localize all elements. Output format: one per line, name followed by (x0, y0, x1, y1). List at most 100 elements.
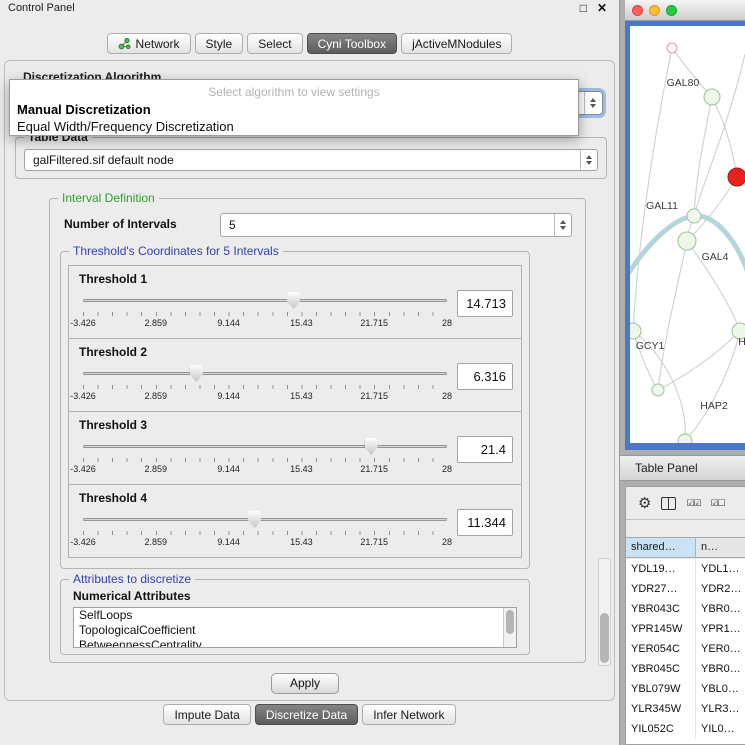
close-traffic-light-icon[interactable] (632, 5, 643, 16)
table-body: YDL19…YDL1…YDR27…YDR2…YBR043CYBR0…YPR145… (626, 559, 745, 744)
table-cell: YDL19… (626, 559, 696, 579)
network-node[interactable] (704, 89, 720, 105)
threshold-value-field[interactable]: 21.4 (457, 436, 513, 463)
network-node[interactable] (678, 232, 696, 250)
table-cell: YER054C (626, 639, 696, 659)
table-row[interactable]: YBR043CYBR0… (626, 599, 745, 619)
slider-scale-label: 28 (442, 318, 452, 328)
threshold-value-field[interactable]: 14.713 (457, 290, 513, 317)
network-edge[interactable] (694, 54, 745, 216)
tab-cyni-toolbox[interactable]: Cyni Toolbox (307, 33, 397, 54)
network-node[interactable] (728, 168, 745, 186)
tab-network[interactable]: Network (107, 33, 191, 54)
tab-discretize-data[interactable]: Discretize Data (255, 704, 358, 725)
threshold-box: Threshold 3 -3.4262.8599.14415.4321.7152… (68, 411, 522, 485)
table-cell: YLR3… (696, 699, 745, 719)
table-cell: YER0… (696, 639, 745, 659)
list-scrollbar[interactable] (503, 608, 516, 647)
table-data-select[interactable]: galFiltered.sif default node (24, 149, 598, 171)
column-header-name[interactable]: n… (696, 538, 745, 557)
settings-gear-icon[interactable]: ⚙ (638, 496, 651, 511)
number-of-intervals-select[interactable]: 5 (220, 213, 572, 237)
threshold-value-field[interactable]: 6.316 (457, 363, 513, 390)
network-edge[interactable] (633, 48, 672, 331)
scrollbar-thumb[interactable] (506, 610, 514, 634)
select-columns-icon[interactable]: ☑☐ (711, 499, 725, 508)
network-node[interactable] (678, 434, 692, 443)
threshold-slider[interactable]: -3.4262.8599.14415.4321.71528 (83, 436, 447, 482)
tab-jactivemnodules[interactable]: jActiveMNodules (401, 33, 512, 54)
columns-icon[interactable] (661, 497, 676, 510)
network-edge[interactable] (672, 48, 712, 97)
minimize-traffic-light-icon[interactable] (649, 5, 660, 16)
table-row[interactable]: YLR345WYLR3… (626, 699, 745, 719)
slider-track[interactable] (83, 518, 447, 521)
attribute-item[interactable]: TopologicalCoefficient (74, 623, 516, 638)
slider-scale-label: 28 (442, 464, 452, 474)
network-edge[interactable] (685, 331, 740, 441)
thresholds-group: Threshold's Coordinates for 5 Intervals … (60, 251, 530, 569)
table-row[interactable]: YIL052CYIL0… (626, 719, 745, 739)
attribute-item[interactable]: SelfLoops (74, 608, 516, 623)
tab-infer-network[interactable]: Infer Network (362, 704, 455, 725)
attribute-item[interactable]: BetweennessCentrality (74, 638, 516, 648)
panel-scrollbar[interactable] (598, 558, 611, 666)
tab-impute-data[interactable]: Impute Data (163, 704, 250, 725)
threshold-label: Threshold 2 (79, 345, 147, 359)
threshold-label: Threshold 3 (79, 418, 147, 432)
table-data-group: Table Data galFiltered.sif default node (15, 137, 607, 179)
network-edge[interactable] (712, 97, 737, 177)
close-icon[interactable]: ✕ (597, 1, 607, 15)
table-row[interactable]: YDR27…YDR2… (626, 579, 745, 599)
network-node[interactable] (687, 209, 701, 223)
network-node[interactable] (630, 323, 641, 339)
threshold-value-field[interactable]: 11.344 (457, 509, 513, 536)
float-window-icon[interactable]: □ (580, 1, 587, 15)
zoom-traffic-light-icon[interactable] (666, 5, 677, 16)
threshold-slider[interactable]: -3.4262.8599.14415.4321.71528 (83, 363, 447, 409)
scrollbar-thumb[interactable] (600, 613, 609, 663)
slider-track[interactable] (83, 445, 447, 448)
network-node-label: GAL11 (646, 200, 678, 212)
column-header-shared-name[interactable]: shared… (626, 538, 696, 557)
network-icon (118, 38, 131, 50)
table-row[interactable]: YER054CYER0… (626, 639, 745, 659)
table-cell: YDR2… (696, 579, 745, 599)
table-row[interactable]: YBR045CYBR0… (626, 659, 745, 679)
slider-track[interactable] (83, 299, 447, 302)
network-edge[interactable] (658, 331, 740, 390)
table-row[interactable]: YPR145WYPR1… (626, 619, 745, 639)
table-cell: YIL0… (696, 719, 745, 739)
algorithm-dropdown-popup: Select algorithm to view settings Manual… (9, 79, 579, 136)
dropdown-option-equal-width-frequency[interactable]: Equal Width/Frequency Discretization (10, 119, 578, 134)
slider-handle[interactable] (287, 292, 300, 309)
slider-scale-label: 21.715 (360, 318, 388, 328)
threshold-slider[interactable]: -3.4262.8599.14415.4321.71528 (83, 290, 447, 336)
apply-button[interactable]: Apply (271, 673, 339, 694)
slider-scale-label: -3.426 (70, 537, 96, 547)
network-node[interactable] (652, 384, 664, 396)
slider-scale-label: 9.144 (217, 464, 240, 474)
network-edge[interactable] (658, 241, 687, 390)
slider-handle[interactable] (365, 438, 378, 455)
table-row[interactable]: YBL079WYBL0… (626, 679, 745, 699)
slider-scale-label: 9.144 (217, 318, 240, 328)
tab-label: jActiveMNodules (412, 37, 501, 51)
network-node[interactable] (667, 43, 677, 53)
table-row[interactable]: YDL19…YDL1… (626, 559, 745, 579)
threshold-slider[interactable]: -3.4262.8599.14415.4321.71528 (83, 509, 447, 555)
slider-ticks-icon (83, 458, 447, 462)
slider-handle[interactable] (190, 365, 203, 382)
dropdown-option-manual-discretization[interactable]: Manual Discretization (10, 102, 578, 117)
network-canvas[interactable]: GAL80GAL11GAL4GCY1HHAP2 (630, 26, 745, 443)
network-edge[interactable] (694, 97, 712, 216)
table-cell: YLR345W (626, 699, 696, 719)
numerical-attributes-list[interactable]: SelfLoopsTopologicalCoefficientBetweenne… (73, 607, 517, 648)
slider-handle[interactable] (248, 511, 261, 528)
dropdown-placeholder-option[interactable]: Select algorithm to view settings (10, 85, 578, 99)
tab-select[interactable]: Select (247, 33, 302, 54)
tab-style[interactable]: Style (195, 33, 244, 54)
slider-track[interactable] (83, 372, 447, 375)
select-all-columns-icon[interactable]: ☑☑ (686, 499, 700, 508)
control-panel-title: Control Panel (8, 2, 75, 14)
